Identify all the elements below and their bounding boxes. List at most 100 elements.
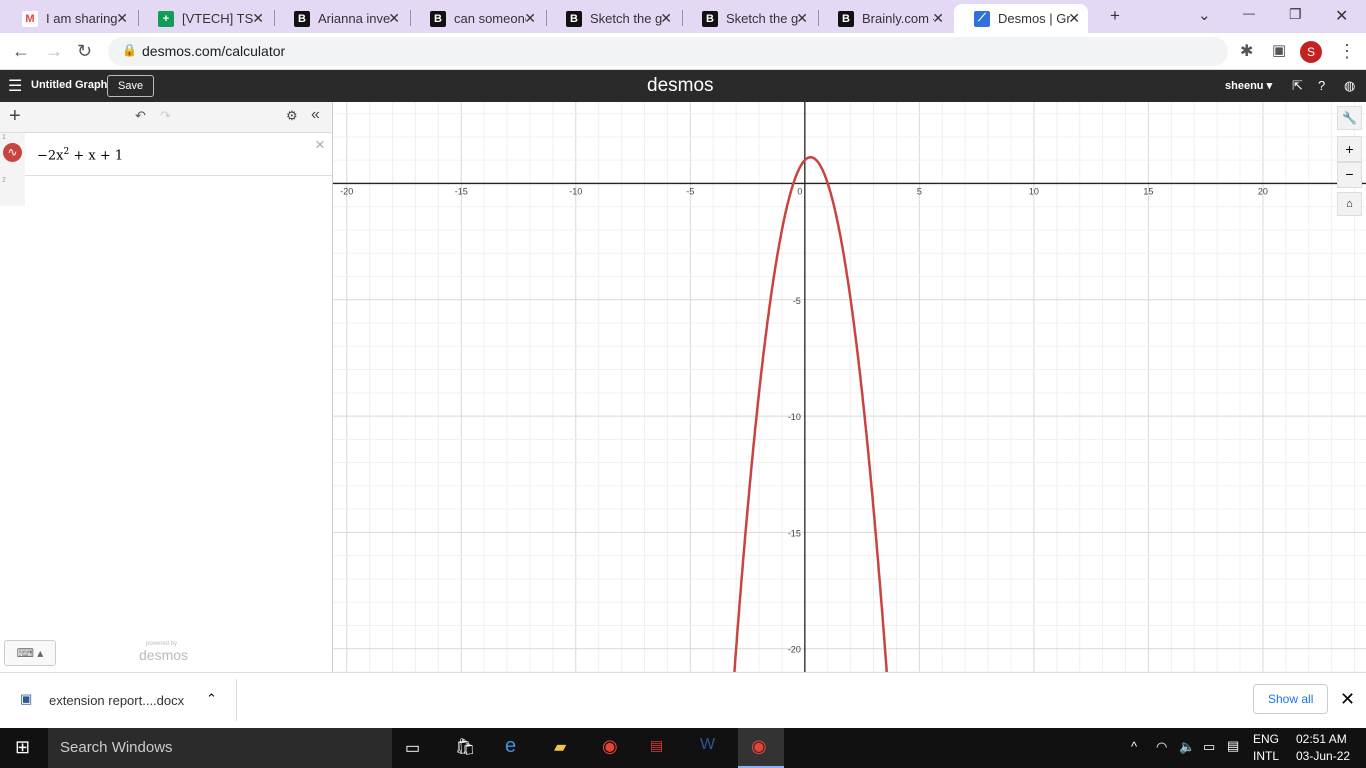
windows-start-icon[interactable]: ⊞ — [15, 737, 30, 758]
delete-expression-icon[interactable]: × — [315, 135, 325, 155]
extensions-icon[interactable]: ✱ — [1240, 41, 1253, 61]
tab-search-icon[interactable]: ⌄ — [1198, 6, 1211, 24]
clock-date[interactable]: 03-Jun-22 — [1296, 749, 1350, 763]
close-tab-icon[interactable]: ✕ — [660, 10, 672, 27]
tab-separator — [546, 10, 547, 26]
share-icon[interactable]: ⇱ — [1292, 78, 1303, 94]
app-icon[interactable]: ▤ — [650, 737, 663, 754]
x-tick-label: 0 — [797, 186, 802, 196]
battery-icon[interactable]: ▭ — [1203, 739, 1215, 755]
chrome-active-icon[interactable]: ◉ — [751, 736, 767, 757]
word-icon[interactable]: W — [700, 736, 715, 754]
tab-label: I am sharing — [46, 11, 118, 26]
address-bar-row: ← → ↻ 🔒 desmos.com/calculator ✱ ▣ S ⋮ — [0, 33, 1366, 70]
restore-icon[interactable]: ❐ — [1289, 6, 1302, 23]
language-icon[interactable]: ◍ — [1344, 78, 1355, 94]
close-tab-icon[interactable]: ✕ — [388, 10, 400, 27]
clock-time[interactable]: 02:51 AM — [1296, 732, 1347, 746]
add-expression-icon[interactable]: + — [9, 105, 21, 128]
reload-icon[interactable]: ↻ — [77, 41, 92, 62]
tray-chevron-icon[interactable]: ^ — [1131, 739, 1137, 754]
close-tab-icon[interactable]: ✕ — [796, 10, 808, 27]
forward-icon[interactable]: → — [45, 41, 63, 62]
expression-item-empty[interactable]: 2 — [0, 176, 332, 206]
x-tick-label: -15 — [455, 186, 468, 196]
wifi-icon[interactable]: ◠ — [1156, 739, 1167, 755]
browser-tab[interactable]: M I am sharing ✕ — [2, 4, 136, 33]
brainly-icon: B — [838, 10, 854, 27]
file-explorer-icon[interactable]: ▰ — [554, 737, 566, 757]
user-menu[interactable]: sheenu ▾ — [1225, 79, 1272, 92]
tab-label: Brainly.com - — [862, 11, 934, 26]
expression-panel: + ↶ ↷ ⚙ « 1 ∿ −2x2 + x + 1 × 2 ⌨ ▴ power… — [0, 102, 333, 672]
tab-separator — [138, 10, 139, 26]
y-tick-label: -20 — [788, 645, 801, 655]
settings-icon[interactable]: ⚙ — [286, 108, 298, 124]
show-all-button[interactable]: Show all — [1253, 684, 1329, 714]
download-chevron-up-icon[interactable]: ⌃ — [206, 691, 217, 707]
notification-icon[interactable]: ▤ — [1227, 738, 1239, 754]
collapse-panel-icon[interactable]: « — [311, 106, 320, 124]
menu-icon[interactable]: ⋮ — [1338, 41, 1356, 62]
close-tab-icon[interactable]: ✕ — [252, 10, 264, 27]
tab-label: Sketch the gr — [590, 11, 662, 26]
tab-separator — [410, 10, 411, 26]
back-icon[interactable]: ← — [12, 41, 30, 62]
close-tab-icon[interactable]: ✕ — [524, 10, 536, 27]
wrench-icon[interactable]: 🔧 — [1337, 106, 1362, 130]
browser-tab[interactable]: + [VTECH] TSR✕ — [138, 4, 272, 33]
close-tab-icon[interactable]: ✕ — [116, 10, 128, 27]
save-button[interactable]: Save — [107, 75, 155, 97]
graph-color-icon[interactable]: ∿ — [3, 143, 22, 162]
minimize-icon[interactable]: — — [1243, 6, 1255, 20]
close-download-bar-icon[interactable]: ✕ — [1340, 689, 1355, 710]
math-part: + x + 1 — [69, 148, 124, 164]
y-tick-label: -15 — [788, 528, 801, 538]
gmail-icon: M — [22, 10, 38, 27]
expression-math[interactable]: −2x2 + x + 1 — [37, 147, 123, 163]
expression-item[interactable]: 1 ∿ −2x2 + x + 1 × — [0, 133, 332, 176]
y-tick-label: -5 — [793, 296, 801, 306]
taskbar-search[interactable]: Search Windows — [48, 728, 392, 768]
hamburger-icon[interactable]: ☰ — [8, 76, 22, 96]
user-name: sheenu — [1225, 80, 1264, 92]
graph-svg[interactable]: -20 -15 -10 -5 0 5 10 15 20 -5 -10 -15 -20 — [333, 102, 1366, 672]
keyboard-button[interactable]: ⌨ ▴ — [4, 640, 56, 666]
close-tab-icon[interactable]: ✕ — [932, 10, 944, 27]
edge-icon[interactable]: e — [505, 735, 516, 758]
x-tick-label: -20 — [340, 186, 353, 196]
language-text[interactable]: ENG — [1253, 732, 1279, 746]
chrome-icon[interactable]: ◉ — [602, 736, 618, 757]
store-icon[interactable]: 🛍 — [455, 737, 475, 757]
browser-tab[interactable]: B Arianna inves ✕ — [274, 4, 408, 33]
zoom-in-icon[interactable]: + — [1337, 136, 1362, 162]
browser-tab[interactable]: ⟋ Desmos | Gra ✕ — [954, 4, 1088, 33]
sidepanel-icon[interactable]: ▣ — [1272, 41, 1286, 59]
volume-icon[interactable]: 🔈 — [1179, 739, 1195, 755]
url-input[interactable]: 🔒 desmos.com/calculator — [108, 37, 1228, 66]
zoom-out-icon[interactable]: − — [1337, 162, 1362, 188]
language-layout[interactable]: INTL — [1253, 749, 1279, 763]
graph-title[interactable]: Untitled Graph — [31, 79, 107, 91]
close-tab-icon[interactable]: ✕ — [1068, 10, 1080, 27]
task-view-icon[interactable]: ▭ — [405, 738, 420, 758]
redo-icon[interactable]: ↷ — [160, 108, 171, 124]
x-tick-label: 15 — [1143, 186, 1153, 196]
help-icon[interactable]: ? — [1318, 78, 1325, 93]
browser-tab[interactable]: B Sketch the gr ✕ — [546, 4, 680, 33]
new-tab-icon[interactable]: + — [1110, 6, 1120, 26]
x-tick-label: -5 — [686, 186, 694, 196]
graph-canvas[interactable]: -20 -15 -10 -5 0 5 10 15 20 -5 -10 -15 -20 🔧 + − ⌂ — [333, 102, 1366, 672]
browser-tab[interactable]: B Brainly.com - ✕ — [818, 4, 952, 33]
expression-index: 1 — [2, 134, 6, 141]
brainly-icon: B — [702, 10, 718, 27]
browser-tab[interactable]: Bcan someone ✕ — [410, 4, 544, 33]
download-file[interactable]: extension report....docx — [49, 693, 184, 708]
undo-icon[interactable]: ↶ — [135, 108, 146, 124]
tab-strip: MI am sharing✕+[VTECH] TSR✕BArianna inve… — [0, 0, 1366, 33]
browser-tab[interactable]: B Sketch the gr ✕ — [682, 4, 816, 33]
close-window-icon[interactable]: ✕ — [1335, 6, 1348, 26]
x-tick-label: 5 — [917, 186, 922, 196]
profile-avatar[interactable]: S — [1300, 41, 1322, 63]
home-icon[interactable]: ⌂ — [1337, 192, 1362, 216]
